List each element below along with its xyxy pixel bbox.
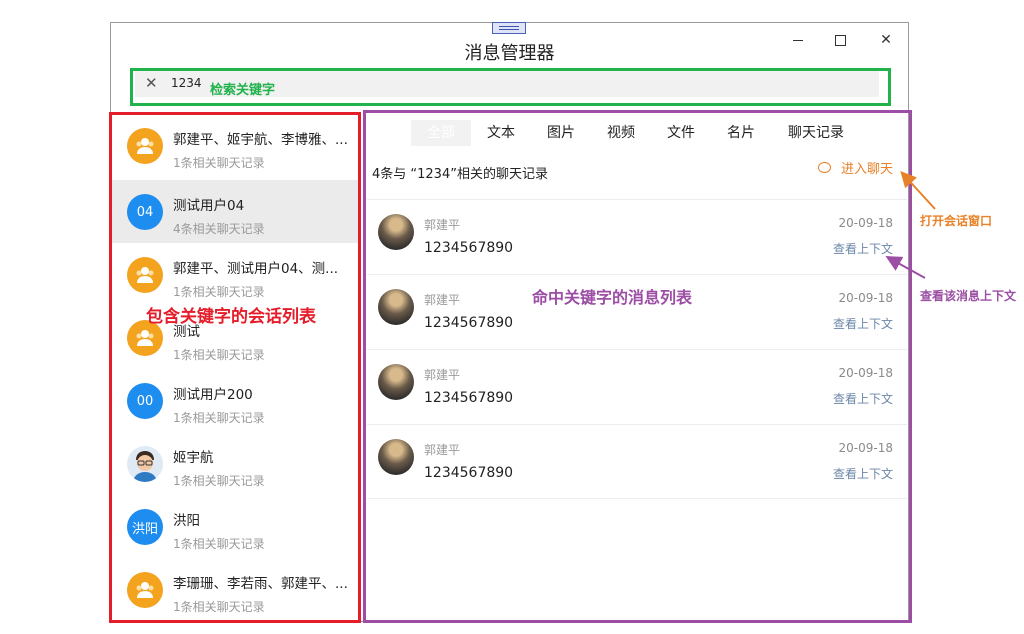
open-chat-arrow [900,171,936,210]
annotation-arrows [885,171,936,279]
context-arrow [885,256,926,279]
